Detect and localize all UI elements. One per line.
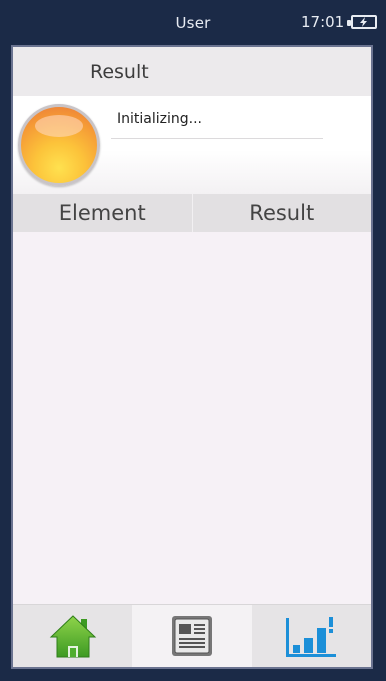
nav-home-button[interactable] bbox=[13, 605, 132, 667]
nav-report-button[interactable] bbox=[132, 605, 252, 667]
page-title: Result bbox=[90, 61, 149, 83]
main-panel: Result Initializing... Element Result bbox=[11, 45, 373, 669]
bar-chart-icon bbox=[286, 617, 337, 657]
clock: 17:01 bbox=[301, 13, 345, 31]
status-text: Initializing... bbox=[117, 111, 202, 127]
status-panel: Initializing... bbox=[13, 96, 371, 194]
nav-results-button[interactable] bbox=[252, 605, 371, 667]
bottom-nav bbox=[13, 604, 371, 667]
divider bbox=[111, 138, 323, 139]
column-header-element[interactable]: Element bbox=[13, 194, 192, 232]
status-bar: User 17:01 bbox=[0, 0, 386, 46]
column-header-result[interactable]: Result bbox=[191, 194, 372, 232]
result-header: Result bbox=[13, 47, 371, 96]
report-icon bbox=[171, 616, 212, 656]
results-table-body[interactable] bbox=[13, 232, 371, 604]
home-icon bbox=[49, 615, 96, 658]
table-header: Element Result bbox=[13, 194, 371, 232]
battery-icon bbox=[347, 15, 377, 29]
status-indicator-icon bbox=[18, 104, 100, 186]
